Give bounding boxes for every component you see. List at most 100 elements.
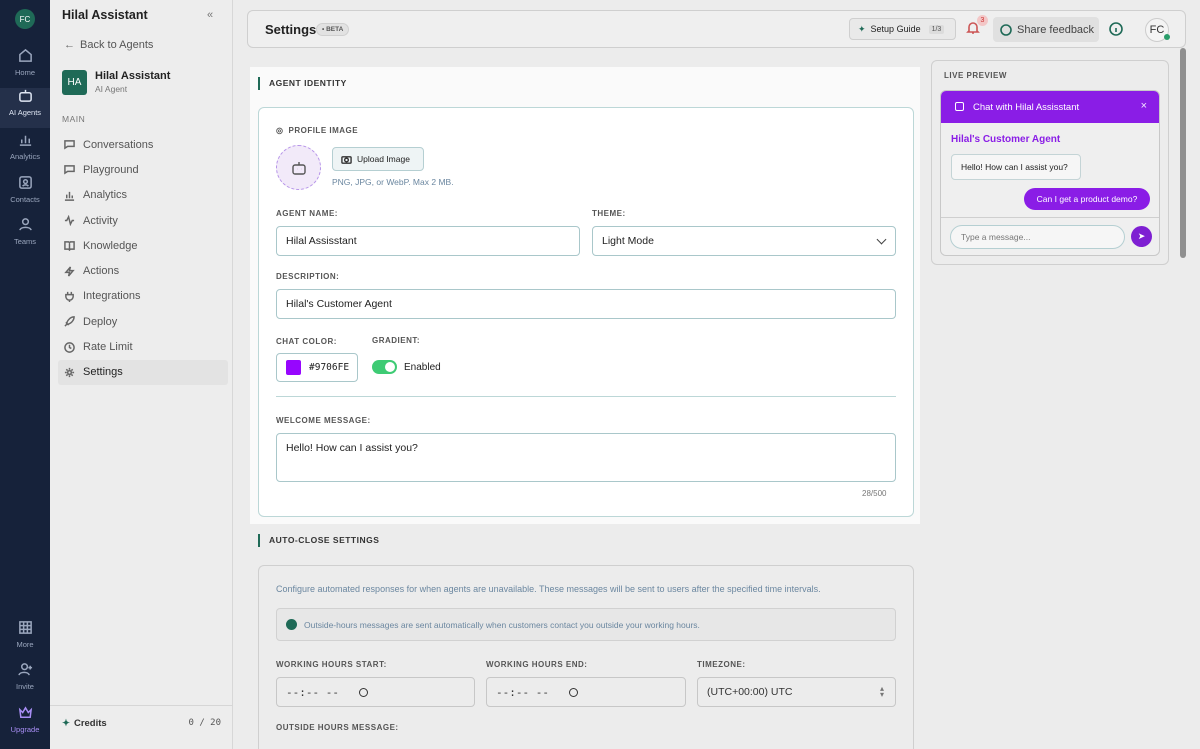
- profile-image-text: PROFILE IMAGE: [288, 126, 359, 135]
- beta-badge: • BETA: [316, 23, 350, 36]
- upload-hint: PNG, JPG, or WebP. Max 2 MB.: [332, 177, 454, 187]
- rail-label: Upgrade: [10, 725, 40, 734]
- divider: [276, 396, 896, 397]
- camera-icon: [341, 155, 352, 164]
- sidebar-item-playground[interactable]: Playground: [58, 157, 228, 182]
- arrow-left-icon: ←: [64, 39, 75, 51]
- sidebar-item-knowledge[interactable]: Knowledge: [58, 233, 228, 258]
- back-to-agents-link[interactable]: ← Back to Agents: [64, 39, 153, 51]
- theme-select[interactable]: Light Mode: [592, 226, 896, 256]
- collapse-icon[interactable]: «: [207, 9, 213, 21]
- sidebar-item-deploy[interactable]: Deploy: [58, 309, 228, 334]
- agent-name-input[interactable]: Hilal Assisstant: [276, 226, 580, 256]
- teams-icon: [0, 217, 50, 235]
- sidebar-item-settings[interactable]: Settings: [58, 359, 228, 385]
- bot-icon: [955, 102, 964, 111]
- welcome-message-textarea[interactable]: Hello! How can I assist you?: [276, 433, 896, 482]
- share-feedback-button[interactable]: Share feedback: [993, 17, 1099, 42]
- rail-more[interactable]: More: [0, 620, 50, 660]
- close-icon[interactable]: ×: [1141, 100, 1147, 112]
- chat-widget-preview: Chat with Hilal Assisstant × Hilal's Cus…: [940, 90, 1160, 256]
- sidebar-title: Hilal Assistant: [62, 8, 148, 22]
- sidebar-item-actions[interactable]: Actions: [58, 258, 228, 283]
- live-preview-label: LIVE PREVIEW: [944, 71, 1007, 80]
- timezone-label: TIMEZONE:: [697, 660, 746, 669]
- rail-contacts[interactable]: Contacts: [0, 175, 50, 215]
- chat-icon: [64, 140, 75, 150]
- theme-value: Light Mode: [602, 235, 654, 247]
- description-label: DESCRIPTION:: [276, 272, 340, 281]
- divider: [941, 217, 1159, 218]
- rail-home[interactable]: Home: [0, 48, 50, 88]
- rocket-icon: [64, 316, 75, 327]
- agent-name-label: AGENT NAME:: [276, 209, 338, 218]
- sparkle-icon: ✦: [858, 23, 866, 34]
- page-title: Settings: [265, 22, 317, 37]
- sidebar-item-rate-limit[interactable]: Rate Limit: [58, 334, 228, 359]
- rail-label: More: [16, 640, 34, 649]
- rail-label: Home: [14, 68, 35, 77]
- sidebar-item-label: Actions: [83, 265, 120, 278]
- credits-footer: ✦ Credits 0 / 20: [50, 705, 233, 749]
- send-icon[interactable]: ➤: [1131, 226, 1152, 247]
- book-icon: [64, 241, 75, 252]
- upload-image-label: Upload Image: [357, 154, 410, 164]
- agent-message-bubble: Hello! How can I assist you?: [951, 154, 1081, 180]
- bot-icon: [291, 161, 306, 175]
- profile-image-preview[interactable]: [276, 145, 321, 190]
- rail-ai-agents[interactable]: AI Agents: [0, 88, 50, 128]
- rail-label: Analytics: [9, 152, 40, 161]
- working-hours-end-input[interactable]: --:-- --: [486, 677, 686, 707]
- online-status-dot: [1164, 34, 1170, 40]
- sidebar-item-conversations[interactable]: Conversations: [58, 132, 228, 157]
- user-circle-icon: ◎: [276, 126, 284, 135]
- setup-progress: 1/3: [928, 24, 945, 34]
- chat-icon: [64, 165, 75, 175]
- workspace-logo[interactable]: FC: [15, 9, 35, 29]
- chevron-down-icon: [876, 234, 887, 245]
- clock-icon[interactable]: [358, 687, 368, 697]
- working-hours-end-label: WORKING HOURS END:: [486, 660, 588, 669]
- chat-color-picker[interactable]: #9706FE: [276, 353, 358, 382]
- sidebar-item-label: Deploy: [83, 315, 118, 328]
- sidebar-item-activity[interactable]: Activity: [58, 208, 228, 233]
- bot-icon: [0, 88, 50, 106]
- chat-agent-name: Hilal's Customer Agent: [951, 134, 1061, 145]
- bolt-icon: [64, 266, 75, 277]
- rail-analytics[interactable]: Analytics: [0, 132, 50, 172]
- setup-guide-button[interactable]: ✦ Setup Guide 1/3: [849, 18, 956, 40]
- upload-image-button[interactable]: Upload Image: [332, 147, 424, 171]
- chart-icon: [0, 132, 50, 150]
- timezone-select[interactable]: (UTC+00:00) UTC ▴ ▾: [697, 677, 896, 707]
- description-input[interactable]: Hilal's Customer Agent: [276, 289, 896, 319]
- rail-label: Teams: [13, 237, 37, 246]
- rail-label: Invite: [16, 682, 34, 691]
- rail-upgrade[interactable]: Upgrade: [0, 705, 50, 745]
- clock-icon[interactable]: [568, 687, 578, 697]
- bar-chart-icon: [64, 191, 75, 201]
- activity-icon: [64, 215, 75, 227]
- user-message-bubble: Can I get a product demo?: [1024, 188, 1150, 210]
- sidebar-item-label: Rate Limit: [83, 341, 133, 354]
- section-label: MAIN: [62, 114, 86, 124]
- section-heading-auto-close: AUTO-CLOSE SETTINGS: [258, 534, 379, 547]
- profile-image-label: ◎ PROFILE IMAGE: [276, 126, 358, 135]
- sidebar-item-integrations[interactable]: Integrations: [58, 284, 228, 309]
- info-icon[interactable]: [1109, 22, 1123, 39]
- chat-color-value: #9706FE: [309, 362, 350, 373]
- rail-teams[interactable]: Teams: [0, 217, 50, 257]
- sidebar-item-analytics[interactable]: Analytics: [58, 183, 228, 208]
- working-hours-start-input[interactable]: --:-- --: [276, 677, 475, 707]
- scrollbar[interactable]: [1180, 48, 1186, 258]
- color-swatch[interactable]: [286, 360, 301, 375]
- working-hours-start-label: WORKING HOURS START:: [276, 660, 387, 669]
- outside-hours-info-text: Outside-hours messages are sent automati…: [304, 619, 700, 630]
- setup-guide-label: Setup Guide: [870, 24, 921, 34]
- credits-value: 0 / 20: [188, 718, 221, 728]
- rail-invite[interactable]: Invite: [0, 662, 50, 702]
- message-icon: [1000, 23, 1012, 36]
- chat-message-input[interactable]: Type a message...: [950, 225, 1125, 249]
- invite-icon: [0, 662, 50, 680]
- sidebar-item-label: Integrations: [83, 290, 141, 303]
- gradient-toggle[interactable]: [372, 360, 397, 374]
